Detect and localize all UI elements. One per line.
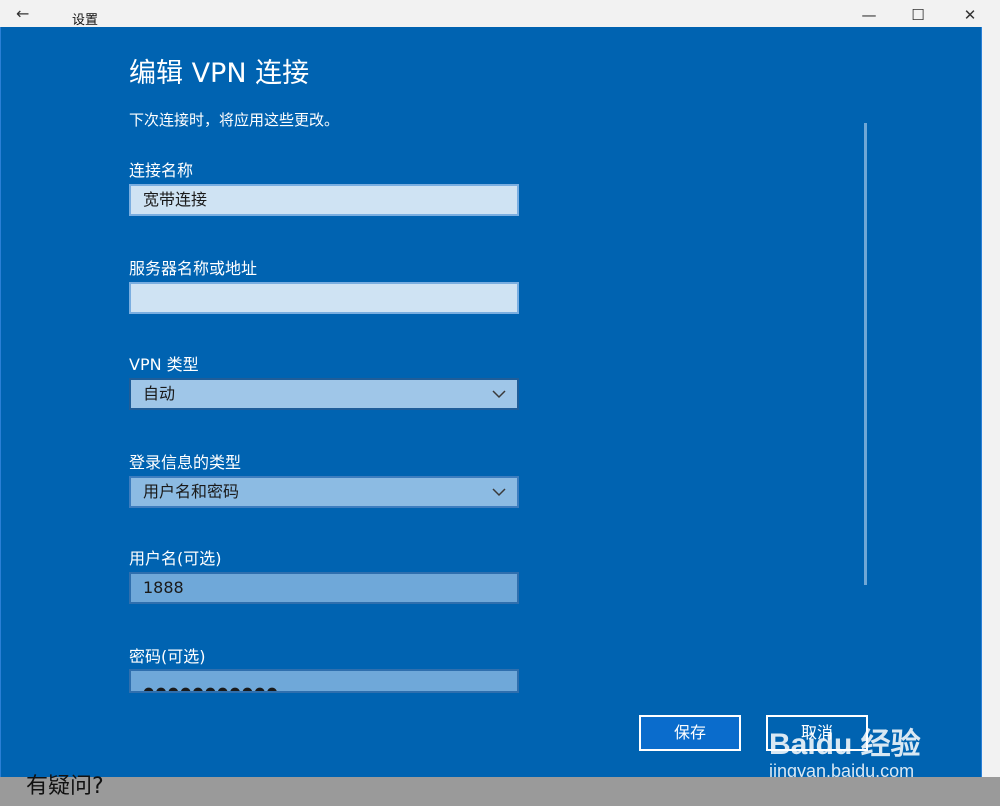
password-mask: ●●●●●●●●●●●	[143, 685, 279, 693]
vpn-type-value: 自动	[143, 384, 176, 403]
username-input[interactable]: 1888	[129, 572, 519, 604]
vpn-type-label: VPN 类型	[129, 355, 199, 374]
password-label: 密码(可选)	[129, 647, 206, 666]
scrollbar[interactable]	[864, 123, 867, 585]
server-label: 服务器名称或地址	[129, 259, 258, 278]
dialog-subtitle: 下次连接时，将应用这些更改。	[129, 111, 340, 129]
minimize-icon[interactable]: —	[857, 6, 881, 24]
cancel-button[interactable]: 取消	[766, 715, 868, 751]
window-title: 设置	[72, 13, 99, 28]
dialog-title: 编辑 VPN 连接	[129, 58, 310, 89]
connection-name-label: 连接名称	[129, 161, 194, 180]
signin-type-label: 登录信息的类型	[129, 453, 242, 472]
signin-type-select[interactable]: 用户名和密码	[129, 476, 519, 508]
back-arrow-icon[interactable]: ←	[16, 6, 36, 22]
chevron-down-icon	[492, 390, 506, 399]
settings-window: ← 设置 — ☐ ✕ 编辑 VPN 连接 下次连接时，将应用这些更改。 连接名称…	[0, 0, 1000, 806]
vpn-type-select[interactable]: 自动	[129, 378, 519, 410]
password-input[interactable]: ●●●●●●●●●●●	[129, 669, 519, 693]
server-input[interactable]	[129, 282, 519, 314]
save-button[interactable]: 保存	[639, 715, 741, 751]
signin-type-value: 用户名和密码	[143, 482, 240, 501]
bottom-strip	[0, 777, 1000, 806]
edit-vpn-dialog: 编辑 VPN 连接 下次连接时，将应用这些更改。 连接名称 宽带连接 服务器名称…	[0, 27, 982, 781]
connection-name-input[interactable]: 宽带连接	[129, 184, 519, 216]
help-question-text[interactable]: 有疑问?	[26, 768, 104, 800]
title-bar: ← 设置 — ☐ ✕	[0, 0, 1000, 28]
maximize-icon[interactable]: ☐	[906, 6, 930, 24]
chevron-down-icon	[492, 488, 506, 497]
username-label: 用户名(可选)	[129, 549, 222, 568]
close-icon[interactable]: ✕	[958, 6, 982, 24]
